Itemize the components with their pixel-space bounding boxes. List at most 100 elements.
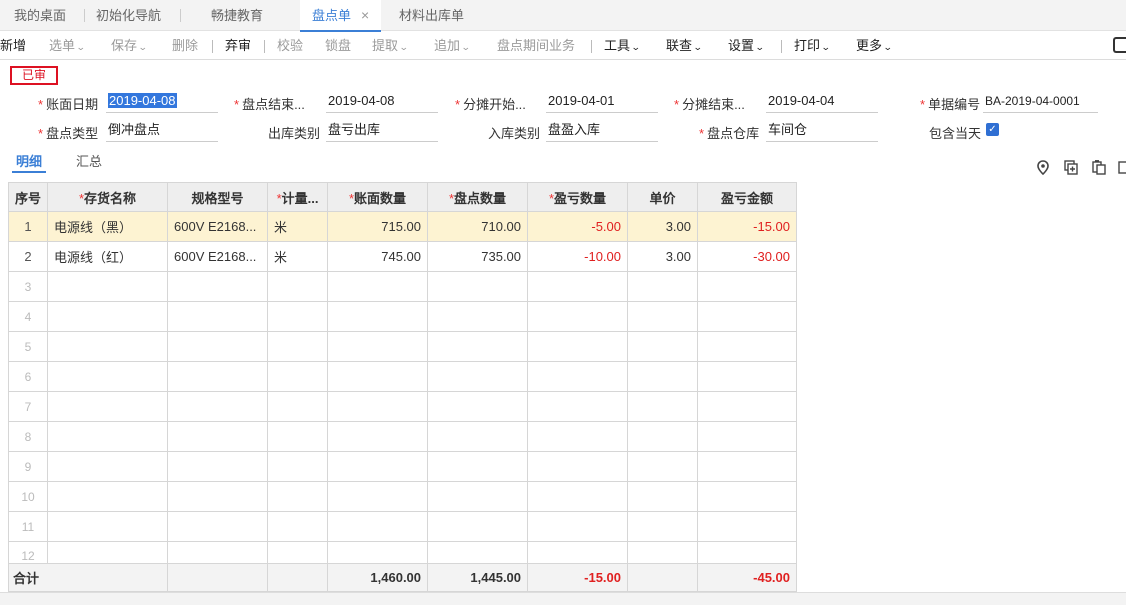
cell-empty[interactable] bbox=[47, 541, 169, 564]
table-row[interactable]: 10 bbox=[7, 481, 798, 512]
cell-empty[interactable] bbox=[267, 361, 329, 392]
warehouse-field[interactable]: 车间仓 bbox=[766, 120, 878, 142]
cell-empty[interactable] bbox=[627, 421, 699, 452]
cell-empty[interactable] bbox=[267, 391, 329, 422]
cell-empty[interactable] bbox=[427, 391, 529, 422]
cell-empty[interactable] bbox=[427, 481, 529, 512]
copy-row-icon[interactable] bbox=[1092, 160, 1106, 175]
alloc-end-field[interactable]: 2019-04-04 bbox=[766, 91, 878, 113]
table-row[interactable]: 3 bbox=[7, 271, 798, 302]
col-header-name[interactable]: *存货名称 bbox=[47, 182, 169, 212]
cell-diff-amount[interactable]: -15.00 bbox=[697, 211, 798, 242]
table-row[interactable]: 4 bbox=[7, 301, 798, 332]
cell-empty[interactable] bbox=[427, 451, 529, 482]
save-button[interactable]: 保存⌄ bbox=[111, 32, 148, 59]
table-row[interactable]: 1 电源线（黑） 600V E2168... 米 715.00 710.00 -… bbox=[7, 211, 798, 242]
table-row[interactable]: 11 bbox=[7, 511, 798, 542]
col-header-diff-qty[interactable]: *盈亏数量 bbox=[527, 182, 629, 212]
cell-book-qty[interactable]: 715.00 bbox=[327, 211, 429, 242]
cell-empty[interactable] bbox=[527, 331, 629, 362]
cell-empty[interactable] bbox=[527, 451, 629, 482]
cell-empty[interactable] bbox=[527, 421, 629, 452]
cell-empty[interactable] bbox=[267, 541, 329, 564]
link-query-menu[interactable]: 联查⌄ bbox=[666, 32, 703, 59]
cell-empty[interactable] bbox=[527, 541, 629, 564]
checkbox-checked-icon[interactable]: ✓ bbox=[986, 123, 999, 136]
cell-empty[interactable] bbox=[627, 391, 699, 422]
cell-empty[interactable] bbox=[627, 511, 699, 542]
cell-empty[interactable] bbox=[627, 451, 699, 482]
table-row[interactable]: 12 bbox=[7, 541, 798, 564]
cell-empty[interactable] bbox=[327, 511, 429, 542]
in-type-field[interactable]: 盘盈入库 bbox=[546, 120, 658, 142]
cell-empty[interactable] bbox=[167, 391, 269, 422]
cell-empty[interactable] bbox=[697, 391, 798, 422]
cell-empty[interactable] bbox=[267, 421, 329, 452]
cell-empty[interactable] bbox=[627, 331, 699, 362]
cell-name[interactable]: 电源线（黑） bbox=[47, 211, 169, 242]
print-menu[interactable]: 打印⌄ bbox=[794, 32, 831, 59]
cell-empty[interactable] bbox=[697, 451, 798, 482]
cell-empty[interactable] bbox=[47, 421, 169, 452]
cell-empty[interactable] bbox=[327, 271, 429, 302]
col-header-count-qty[interactable]: *盘点数量 bbox=[427, 182, 529, 212]
cell-diff-amount[interactable]: -30.00 bbox=[697, 241, 798, 272]
tab-init-nav[interactable]: 初始化导航 bbox=[96, 0, 161, 31]
cell-empty[interactable] bbox=[47, 391, 169, 422]
lock-button[interactable]: 锁盘 bbox=[325, 32, 351, 59]
cell-diff-qty[interactable]: -5.00 bbox=[527, 211, 629, 242]
cell-empty[interactable] bbox=[267, 481, 329, 512]
cell-empty[interactable] bbox=[697, 421, 798, 452]
count-type-field[interactable]: 倒冲盘点 bbox=[106, 120, 218, 142]
cell-price[interactable]: 3.00 bbox=[627, 241, 699, 272]
cell-empty[interactable] bbox=[167, 421, 269, 452]
cell-unit[interactable]: 米 bbox=[267, 241, 329, 272]
cell-empty[interactable] bbox=[697, 331, 798, 362]
doc-no-field[interactable]: BA-2019-04-0001 bbox=[983, 91, 1098, 113]
cell-empty[interactable] bbox=[327, 541, 429, 564]
cell-empty[interactable] bbox=[267, 301, 329, 332]
more-icon[interactable] bbox=[1118, 160, 1126, 175]
cell-empty[interactable] bbox=[47, 271, 169, 302]
verify-button[interactable]: 校验 bbox=[277, 32, 303, 59]
tab-summary[interactable]: 汇总 bbox=[76, 151, 102, 173]
settings-menu[interactable]: 设置⌄ bbox=[728, 32, 765, 59]
cell-empty[interactable] bbox=[527, 391, 629, 422]
extract-button[interactable]: 提取⌄ bbox=[372, 32, 409, 59]
col-header-spec[interactable]: 规格型号 bbox=[167, 182, 269, 212]
cell-name[interactable]: 电源线（红） bbox=[47, 241, 169, 272]
cell-empty[interactable] bbox=[627, 271, 699, 302]
table-row[interactable]: 8 bbox=[7, 421, 798, 452]
col-header-price[interactable]: 单价 bbox=[627, 182, 699, 212]
cell-unit[interactable]: 米 bbox=[267, 211, 329, 242]
cell-empty[interactable] bbox=[527, 481, 629, 512]
cell-empty[interactable] bbox=[627, 361, 699, 392]
table-row[interactable]: 2 电源线（红） 600V E2168... 米 745.00 735.00 -… bbox=[7, 241, 798, 272]
cell-empty[interactable] bbox=[697, 541, 798, 564]
cell-spec[interactable]: 600V E2168... bbox=[167, 241, 269, 272]
tab-detail[interactable]: 明细 bbox=[12, 151, 47, 173]
col-header-unit[interactable]: *计量... bbox=[267, 182, 329, 212]
cell-empty[interactable] bbox=[697, 481, 798, 512]
cell-count-qty[interactable]: 710.00 bbox=[427, 211, 529, 242]
cell-empty[interactable] bbox=[527, 271, 629, 302]
table-row[interactable]: 9 bbox=[7, 451, 798, 482]
cell-empty[interactable] bbox=[427, 271, 529, 302]
cell-empty[interactable] bbox=[427, 331, 529, 362]
cell-empty[interactable] bbox=[47, 331, 169, 362]
cell-empty[interactable] bbox=[167, 301, 269, 332]
cell-empty[interactable] bbox=[47, 361, 169, 392]
delete-button[interactable]: 删除 bbox=[172, 32, 198, 59]
cell-empty[interactable] bbox=[167, 361, 269, 392]
cell-empty[interactable] bbox=[697, 271, 798, 302]
tab-inventory-count[interactable]: 盘点单 × bbox=[300, 0, 382, 32]
alloc-start-field[interactable]: 2019-04-01 bbox=[546, 91, 658, 113]
cell-empty[interactable] bbox=[627, 301, 699, 332]
append-button[interactable]: 追加⌄ bbox=[434, 32, 471, 59]
cell-empty[interactable] bbox=[167, 541, 269, 564]
add-row-icon[interactable] bbox=[1064, 160, 1078, 175]
camera-icon[interactable] bbox=[1113, 37, 1126, 53]
cell-empty[interactable] bbox=[167, 271, 269, 302]
col-header-book-qty[interactable]: *账面数量 bbox=[327, 182, 429, 212]
cell-book-qty[interactable]: 745.00 bbox=[327, 241, 429, 272]
